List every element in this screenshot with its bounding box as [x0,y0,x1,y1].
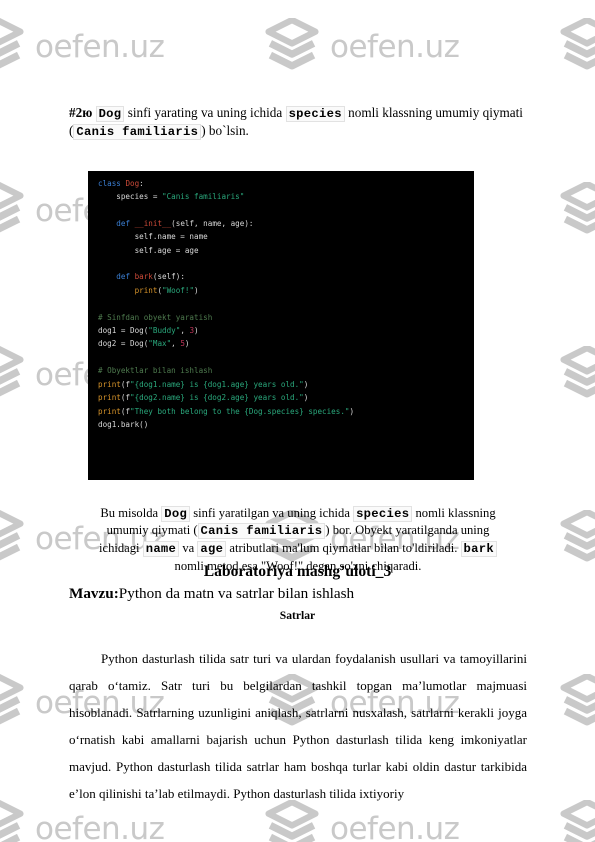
topic-heading: Mavzu:Python da matn va satrlar bilan is… [69,585,529,603]
exp-code-bark: bark [460,541,497,558]
inline-code-canis-familiaris: Canis familiaris [73,124,202,141]
topic-text: Python da matn va satrlar bilan ishlash [118,585,355,602]
intro-text-1: sinfi yarating va uning ichida [124,105,286,121]
exp-code-age: age [197,541,227,558]
document-content: #2ю Dog sinfi yarating va uning ichida s… [0,0,595,842]
task-marker: #2ю [69,105,93,121]
exp-code-species: species [353,505,413,522]
exp-t6: atributlari ma'lum qiymatlar bilan to'ld… [226,541,461,556]
inline-code-dog: Dog [95,106,125,123]
intro-text-3: ) bo`lsin. [201,123,249,139]
python-code-block: class Dog: species = "Canis familiaris" … [88,170,474,480]
lab-title-heading: Laboratoriya mashg’uloti_3 [203,563,392,580]
exp-t1: Bu misolda [100,505,162,520]
task-statement: #2ю Dog sinfi yarating va uning ichida s… [69,104,524,141]
exp-code-canis-familiaris: Canis familiaris [197,523,326,540]
exp-code-name: name [142,541,180,558]
body-paragraph: Python dasturlash tilida satr turi va ul… [69,651,527,802]
inline-code-species: species [285,106,345,123]
section-heading: Satrlar [279,609,316,622]
topic-label: Mavzu: [69,585,119,602]
exp-t2: sinfi yaratilgan va uning ichida [190,505,354,520]
exp-t5: va [179,541,198,556]
exp-code-dog: Dog [161,505,191,522]
